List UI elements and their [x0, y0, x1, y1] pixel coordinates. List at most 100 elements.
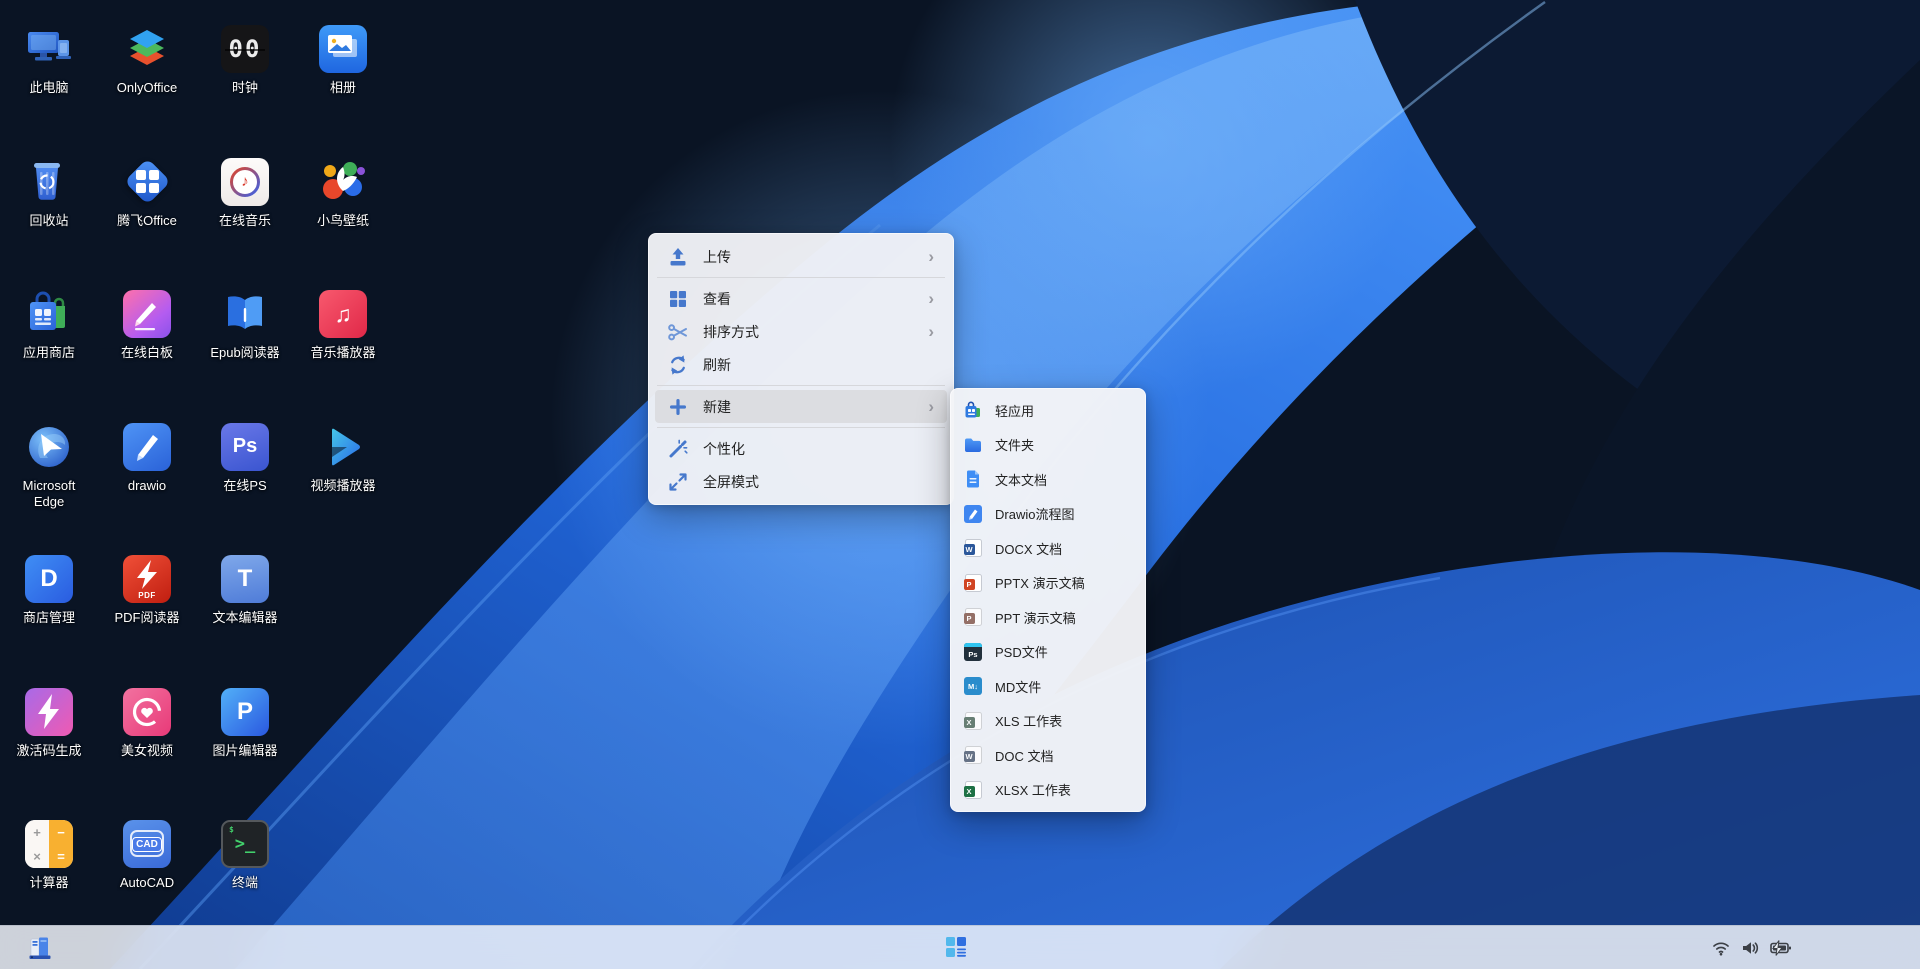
- ppt-glyph: P: [964, 613, 975, 624]
- desktop-icon-photos[interactable]: 相册: [294, 16, 392, 149]
- desktop-icon-store-manager[interactable]: D 商店管理: [0, 546, 98, 679]
- desktop-icon-music-player[interactable]: ♫ 音乐播放器: [294, 281, 392, 414]
- wifi-icon[interactable]: [1712, 939, 1730, 957]
- submenu-item-xls[interactable]: X XLS 工作表: [957, 704, 1139, 739]
- music-player-note-glyph: ♫: [334, 301, 351, 328]
- desktop-icon-label: drawio: [128, 478, 166, 494]
- autocad-icon: CAD: [123, 820, 171, 868]
- image-editor-glyph: P: [237, 698, 253, 726]
- desktop-icon-tengfei-office[interactable]: 腾飞Office: [98, 149, 196, 282]
- desktop-icon-image-editor[interactable]: P 图片编辑器: [196, 679, 294, 812]
- menu-separator: [657, 385, 945, 386]
- chevron-right-icon: ›: [928, 290, 934, 307]
- desktop-icon-label: 计算器: [29, 875, 68, 891]
- desktop-icon-this-pc[interactable]: 此电脑: [0, 16, 98, 149]
- submenu-item-ppt[interactable]: P PPT 演示文稿: [957, 600, 1139, 635]
- photos-icon: [319, 25, 367, 73]
- desktop-icon-label: 时钟: [232, 80, 258, 96]
- submenu-item-light-app[interactable]: 轻应用: [957, 393, 1139, 428]
- volume-icon[interactable]: [1741, 939, 1759, 957]
- doc-glyph: W: [964, 751, 975, 762]
- desktop-icon-beauty-video[interactable]: 美女视频: [98, 679, 196, 812]
- music-note-glyph: ♪: [221, 173, 269, 190]
- menu-item-label: 刷新: [703, 355, 934, 375]
- submenu-item-md[interactable]: M↓ MD文件: [957, 669, 1139, 704]
- start-button[interactable]: [20, 929, 60, 967]
- menu-item-refresh[interactable]: 刷新: [655, 348, 947, 381]
- desktop-icon-online-music[interactable]: ♪ 在线音乐: [196, 149, 294, 282]
- desktop-icon-label: 此电脑: [29, 80, 68, 96]
- epub-reader-icon: [221, 290, 269, 338]
- desktop-icon-drawio[interactable]: drawio: [98, 414, 196, 547]
- calc-multiply-glyph: ×: [25, 844, 49, 868]
- desktop-icon-bird-wallpaper[interactable]: 小鸟壁纸: [294, 149, 392, 282]
- menu-item-label: 个性化: [703, 439, 934, 459]
- chevron-right-icon: ›: [928, 248, 934, 265]
- microsoft-edge-icon: [25, 423, 73, 471]
- music-player-icon: ♫: [319, 290, 367, 338]
- menu-item-fullscreen[interactable]: 全屏模式: [655, 465, 947, 498]
- desktop-icon-app-store[interactable]: 应用商店: [0, 281, 98, 414]
- submenu-item-label: DOC 文档: [995, 746, 1054, 765]
- desktop-icon-label: 音乐播放器: [310, 345, 375, 361]
- desktop-icon-grid: 此电脑 回收站: [0, 16, 392, 944]
- submenu-item-xlsx[interactable]: X XLSX 工作表: [957, 773, 1139, 808]
- desktop-icon-terminal[interactable]: $ >_ 终端: [196, 811, 294, 944]
- app-store-icon: [25, 290, 73, 338]
- desktop-icon-label: 腾飞Office: [117, 213, 177, 229]
- desktop-icon-pdf-reader[interactable]: PDF PDF阅读器: [98, 546, 196, 679]
- taskbar-apps-button[interactable]: [936, 928, 976, 966]
- ppt-file-icon: P: [963, 607, 983, 627]
- desktop-icon-label: 小鸟壁纸: [317, 213, 369, 229]
- terminal-icon: $ >_: [221, 820, 269, 868]
- menu-item-view[interactable]: 查看 ›: [655, 282, 947, 315]
- desktop-icon-text-editor[interactable]: T 文本编辑器: [196, 546, 294, 679]
- sort-scissors-icon: [667, 321, 689, 343]
- drawio-file-icon: [963, 504, 983, 524]
- pptx-glyph: P: [964, 579, 975, 590]
- submenu-item-label: 文件夹: [995, 435, 1034, 454]
- new-submenu: 轻应用 文件夹 文本文档: [950, 388, 1146, 812]
- psd-glyph: Ps: [968, 650, 977, 659]
- submenu-item-doc[interactable]: W DOC 文档: [957, 738, 1139, 773]
- desktop-icon-label: 文本编辑器: [212, 610, 277, 626]
- desktop-icon-label: 视频播放器: [310, 478, 375, 494]
- menu-item-label: 新建: [703, 397, 928, 417]
- submenu-item-drawio[interactable]: Drawio流程图: [957, 497, 1139, 532]
- xlsx-file-icon: X: [963, 780, 983, 800]
- desktop-icon-recycle-bin[interactable]: 回收站: [0, 149, 98, 282]
- desktop-icon-activation-code[interactable]: 激活码生成: [0, 679, 98, 812]
- folder-icon: [963, 435, 983, 455]
- calc-plus-glyph: +: [25, 820, 49, 844]
- desktop-icon-label: Microsoft Edge: [7, 478, 91, 511]
- menu-item-upload[interactable]: 上传 ›: [655, 240, 947, 273]
- desktop-icon-onlyoffice[interactable]: OnlyOffice: [98, 16, 196, 149]
- activation-code-icon: [25, 688, 73, 736]
- chevron-right-icon: ›: [928, 398, 934, 415]
- desktop-icon-microsoft-edge[interactable]: Microsoft Edge: [0, 414, 98, 547]
- desktop-icon-online-whiteboard[interactable]: 在线白板: [98, 281, 196, 414]
- desktop-icon-label: 应用商店: [23, 345, 75, 361]
- menu-item-personalize[interactable]: 个性化: [655, 432, 947, 465]
- battery-charging-icon[interactable]: [1770, 939, 1792, 957]
- submenu-item-folder[interactable]: 文件夹: [957, 428, 1139, 463]
- submenu-item-docx[interactable]: W DOCX 文档: [957, 531, 1139, 566]
- autocad-glyph: CAD: [132, 837, 162, 852]
- desktop-icon-online-ps[interactable]: Ps 在线PS: [196, 414, 294, 547]
- menu-item-sort[interactable]: 排序方式 ›: [655, 315, 947, 348]
- menu-item-label: 上传: [703, 247, 928, 267]
- desktop-icon-video-player[interactable]: 视频播放器: [294, 414, 392, 547]
- desktop-icon-epub-reader[interactable]: Epub阅读器: [196, 281, 294, 414]
- desktop-icon-clock[interactable]: 00 时钟: [196, 16, 294, 149]
- desktop-icon-autocad[interactable]: CAD AutoCAD: [98, 811, 196, 944]
- desktop-icon-calculator[interactable]: + − × = 计算器: [0, 811, 98, 944]
- submenu-item-pptx[interactable]: P PPTX 演示文稿: [957, 566, 1139, 601]
- desktop-icon-label: Epub阅读器: [210, 345, 279, 361]
- desktop-icon-label: OnlyOffice: [117, 80, 177, 96]
- menu-item-new[interactable]: 新建 ›: [655, 390, 947, 423]
- submenu-item-psd[interactable]: Ps PSD文件: [957, 635, 1139, 670]
- submenu-item-text-doc[interactable]: 文本文档: [957, 462, 1139, 497]
- desktop-icon-label: 图片编辑器: [212, 743, 277, 759]
- clock-icon: 00: [221, 25, 269, 73]
- store-manager-glyph: D: [40, 565, 57, 593]
